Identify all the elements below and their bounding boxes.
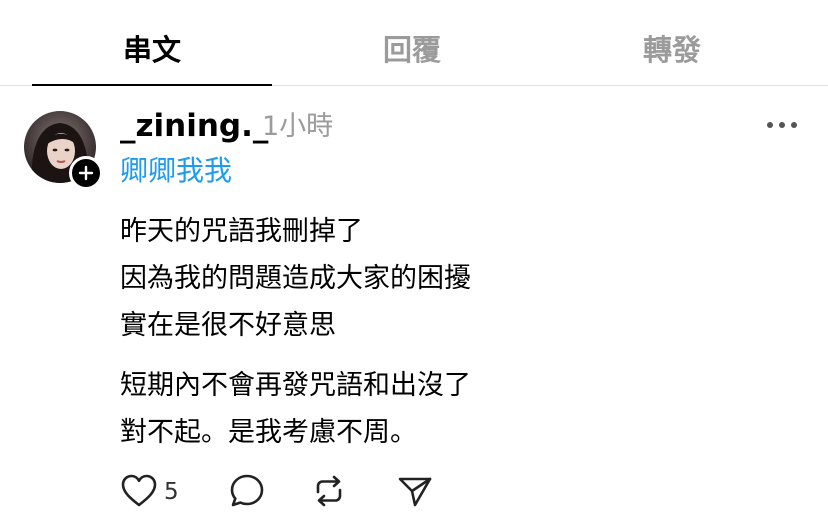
comment-bubble-icon bbox=[230, 474, 264, 507]
post-paragraph: 昨天的咒語我刪掉了 因為我的問題造成大家的困擾 實在是很不好意思 bbox=[120, 208, 760, 349]
tab-threads[interactable]: 串文 bbox=[32, 28, 272, 72]
post-username[interactable]: _zining._ bbox=[120, 104, 268, 148]
heart-icon bbox=[121, 474, 157, 507]
post-text-line: 短期內不會再發咒語和出沒了 bbox=[120, 370, 471, 401]
avatar-container bbox=[24, 111, 103, 190]
topic-tag[interactable]: 卿卿我我 bbox=[120, 150, 232, 192]
repost-icon bbox=[316, 475, 342, 507]
profile-tabs: 串文 回覆 轉發 bbox=[0, 0, 828, 86]
tab-replies[interactable]: 回覆 bbox=[292, 28, 532, 72]
send-icon bbox=[398, 477, 432, 507]
post-text-line: 對不起。是我考慮不周。 bbox=[120, 417, 417, 448]
post-text-line: 昨天的咒語我刪掉了 bbox=[120, 216, 363, 247]
repost-button[interactable] bbox=[310, 472, 350, 512]
post-text-line: 因為我的問題造成大家的困擾 bbox=[120, 263, 471, 294]
like-button[interactable]: 5 bbox=[120, 472, 184, 512]
post-paragraph: 短期內不會再發咒語和出沒了 對不起。是我考慮不周。 bbox=[120, 362, 760, 456]
post-text-line: 實在是很不好意思 bbox=[120, 310, 336, 341]
more-options-button[interactable] bbox=[764, 110, 800, 140]
share-button[interactable] bbox=[396, 472, 436, 512]
follow-button[interactable] bbox=[69, 156, 103, 190]
tab-reposts[interactable]: 轉發 bbox=[552, 28, 792, 72]
post-timestamp: 1小時 bbox=[262, 111, 334, 142]
like-count: 5 bbox=[164, 479, 179, 505]
active-tab-indicator bbox=[32, 84, 272, 86]
plus-icon bbox=[78, 165, 94, 181]
comment-button[interactable] bbox=[228, 472, 268, 512]
more-horizontal-icon bbox=[767, 122, 797, 128]
